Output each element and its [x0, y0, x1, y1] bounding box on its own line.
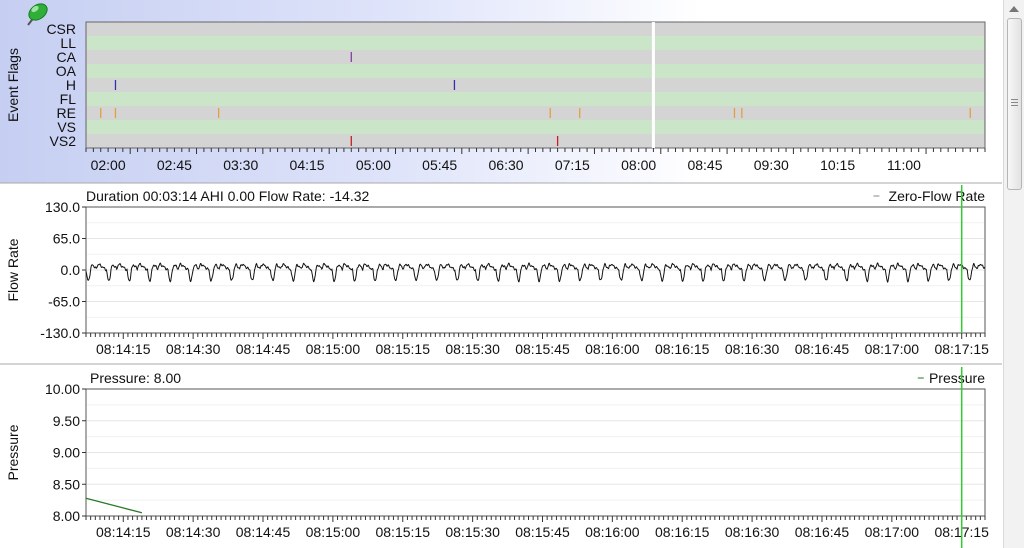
scrollbar-thumb[interactable]	[1007, 18, 1022, 190]
flow-x-tick-label: 08:14:45	[236, 341, 291, 357]
event-x-tick-label: 05:45	[422, 157, 457, 173]
event-flags-chart[interactable]: CSRLLCAOAHFLREVSVS202:00 02:45 03:30 04:15 0…	[0, 1, 1002, 184]
pressure-x-tick-label: 08:15:30	[445, 524, 500, 540]
flow-legend-label: Zero-Flow Rate	[889, 188, 986, 204]
event-lane-oa	[87, 64, 984, 78]
flow-axis-label: Flow Rate	[5, 238, 21, 301]
pressure-x-tick-label: 08:15:00	[306, 524, 361, 540]
chart-window: CSR LL CA OA H FL RE VS VS2 02:00 02:45 03:30 04:15 0…	[0, 0, 1024, 548]
pressure-x-tick-label: 08:14:15	[96, 524, 151, 540]
flow-y-tick-label: -65.0	[48, 294, 80, 310]
flow-x-tick-label: 08:16:15	[655, 341, 710, 357]
pressure-axis-label: Pressure	[5, 424, 21, 480]
flow-x-tick-label: 08:15:00	[306, 341, 361, 357]
flow-y-tick-label: 0.0	[61, 262, 81, 278]
event-x-tick-label: 02:00	[91, 157, 126, 173]
event-x-tick-label: 08:00	[621, 157, 656, 173]
pressure-x-tick-label: 08:16:30	[725, 524, 780, 540]
flow-x-tick-label: 08:16:45	[795, 341, 850, 357]
pressure-x-tick-label: 08:15:15	[375, 524, 430, 540]
event-x-tick-label: 04:15	[290, 157, 325, 173]
flow-header: Duration 00:03:14 AHI 0.00 Flow Rate: -1…	[86, 188, 369, 204]
pressure-y-tick-label: 8.00	[53, 508, 80, 524]
event-lane-vs	[87, 120, 984, 134]
event-x-tick-label: 07:15	[555, 157, 590, 173]
pressure-y-tick-label: 8.50	[53, 476, 80, 492]
event-lane-fl	[87, 92, 984, 106]
event-flags-axis-label: Event Flags	[5, 48, 21, 122]
event-x-tick-label: 06:30	[489, 157, 524, 173]
flow-rate-chart[interactable]: Duration 00:03:14 AHI 0.00 Flow Rate: -1…	[0, 185, 1002, 365]
flow-x-tick-label: 08:15:45	[515, 341, 570, 357]
flow-x-tick-label: 08:16:30	[725, 341, 780, 357]
vertical-scrollbar[interactable]	[1003, 0, 1024, 548]
event-x-tick-label: 11:00	[887, 157, 921, 173]
flow-x-tick-label: 08:15:30	[445, 341, 500, 357]
event-x-tick-label: 02:45	[157, 157, 192, 173]
flow-y-tick-label: 130.0	[45, 199, 80, 215]
event-x-tick-label: 03:30	[223, 157, 258, 173]
event-x-tick-label: 05:00	[356, 157, 391, 173]
flow-y-tick-label: -130.0	[40, 325, 80, 341]
flow-x-tick-label: 08:17:00	[865, 341, 920, 357]
flow-x-tick-label: 08:17:15	[934, 341, 989, 357]
flow-x-tick-label: 08:14:30	[166, 341, 221, 357]
pressure-x-tick-label: 08:16:45	[795, 524, 850, 540]
flow-y-tick-label: 65.0	[53, 231, 80, 247]
event-x-tick-label: 09:30	[754, 157, 789, 173]
pressure-x-tick-label: 08:15:45	[515, 524, 570, 540]
pressure-x-tick-label: 08:14:45	[236, 524, 291, 540]
pressure-y-tick-label: 9.50	[53, 413, 80, 429]
flow-x-tick-label: 08:15:15	[375, 341, 430, 357]
pressure-header: Pressure: 8.00	[90, 370, 181, 386]
flow-x-tick-label: 08:14:15	[96, 341, 151, 357]
event-x-tick-label: 08:45	[687, 157, 722, 173]
pressure-y-tick-label: 10.00	[45, 381, 80, 397]
pressure-chart[interactable]: Pressure: 8.00 Pressure 10.00 9.50 9.00 8.50 8…	[5, 367, 989, 548]
event-row-label-vs2: VS2	[50, 133, 77, 149]
pressure-y-tick-label: 9.00	[53, 445, 80, 461]
event-lane-ll	[87, 36, 984, 50]
event-x-tick-label: 10:15	[820, 157, 855, 173]
pressure-legend-label: Pressure	[929, 370, 985, 386]
scroll-up-arrow-icon[interactable]	[1009, 6, 1019, 12]
pressure-x-tick-label: 08:14:30	[166, 524, 221, 540]
pressure-x-tick-label: 08:17:00	[865, 524, 920, 540]
chart-svg[interactable]: CSRLLCAOAHFLREVSVS202:00 02:45 03:30 04:15 0…	[0, 0, 1002, 548]
pressure-x-tick-label: 08:16:15	[655, 524, 710, 540]
flow-x-tick-label: 08:16:00	[585, 341, 640, 357]
pressure-x-tick-label: 08:16:00	[585, 524, 640, 540]
event-time-cursor	[651, 22, 655, 148]
